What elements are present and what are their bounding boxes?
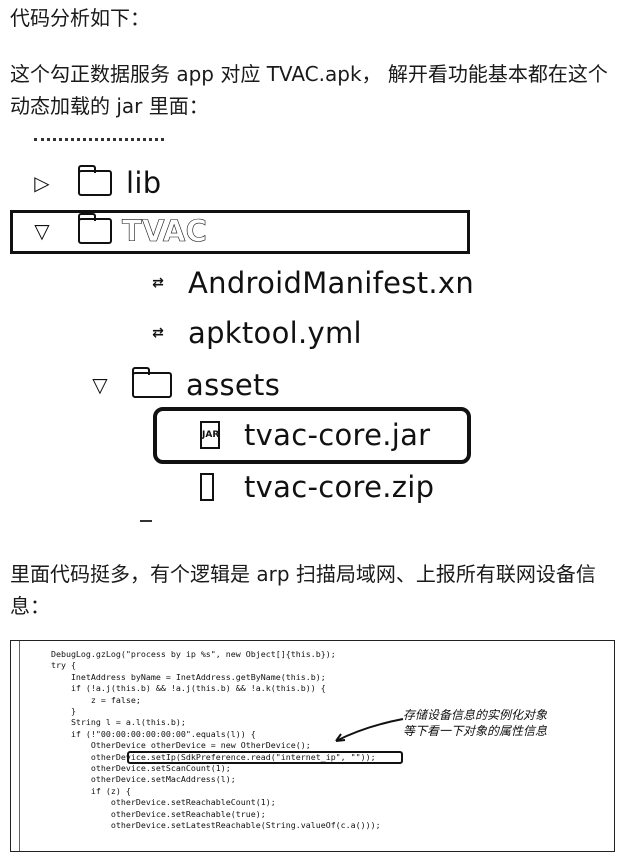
tree-item-label: lib <box>126 166 162 200</box>
tree-item-label: assets <box>186 368 281 402</box>
folder-icon <box>132 367 172 398</box>
triangle-right-icon: ▷ <box>34 171 50 195</box>
code-screenshot: DebugLog.gzLog("process by ip %s", new O… <box>10 640 615 852</box>
tree-item-label: tvac-core.zip <box>244 470 435 504</box>
annotation-arrow-icon <box>335 718 404 742</box>
tree-item-label: apktool.yml <box>188 316 362 350</box>
tree-item-lib[interactable]: ▷ lib <box>30 165 162 200</box>
jar-file-icon: JAR <box>200 421 220 449</box>
paragraph-dynamic-jar: 这个勾正数据服务 app 对应 TVAC.apk， 解开看功能基本都在这个动态加… <box>10 62 608 118</box>
tree-item-zip[interactable]: tvac-core.zip <box>200 470 434 504</box>
tree-item-jar[interactable]: JAR tvac-core.jar <box>200 418 430 452</box>
tree-item-assets[interactable]: ▽ assets <box>88 367 281 402</box>
tree-item-label: TVAC <box>122 214 208 249</box>
tree-item-label: AndroidManifest.xn <box>188 266 475 300</box>
tree-item-tvac[interactable]: ▽ TVAC <box>30 213 208 249</box>
folder-icon <box>78 165 112 196</box>
file-tree: ▷ lib ▽ TVAC ⇄ AndroidManifest.xn ⇄ apkt… <box>0 128 625 528</box>
paragraph-arp-scan: 里面代码挺多，有个逻辑是 arp 扫描局域网、上报所有联网设备信息： <box>10 562 596 618</box>
triangle-down-icon: ▽ <box>92 373 108 397</box>
tree-top-cutoff <box>34 138 164 145</box>
zip-file-icon <box>200 473 214 501</box>
yml-file-icon: ⇄ <box>152 325 164 341</box>
intro-text: 代码分析如下： <box>10 6 150 30</box>
tree-bottom-cutoff <box>140 520 152 522</box>
annotation-line-2: 等下看一下对象的属性信息 <box>403 724 548 738</box>
xml-file-icon: ⇄ <box>152 275 164 291</box>
triangle-down-icon: ▽ <box>34 219 50 243</box>
annotation-line-1: 存储设备信息的实例化对象 <box>403 708 548 722</box>
tree-item-label: tvac-core.jar <box>244 418 431 452</box>
code-annotation: 存储设备信息的实例化对象 等下看一下对象的属性信息 <box>403 707 613 739</box>
tree-item-manifest[interactable]: ⇄ AndroidManifest.xn <box>148 266 474 300</box>
tree-item-apktool[interactable]: ⇄ apktool.yml <box>148 316 362 350</box>
folder-icon <box>78 213 112 244</box>
